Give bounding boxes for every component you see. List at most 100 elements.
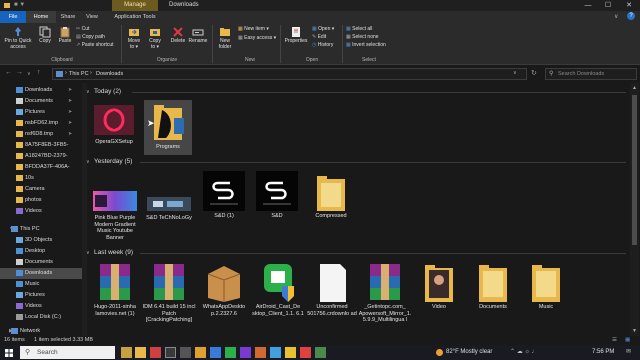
clock[interactable]: 7:56 PM <box>592 345 614 360</box>
copy-button[interactable]: Copy <box>36 26 54 44</box>
sidebar-item-this-pc[interactable]: ▼This PC <box>0 224 82 235</box>
sidebar-item-music[interactable]: Music <box>0 279 82 290</box>
sidebar-item-folder[interactable]: A18247BD-2379- <box>0 151 82 162</box>
back-arrow-icon[interactable]: ← <box>5 69 12 76</box>
select-none-button[interactable]: ▦ Select none <box>346 34 379 40</box>
easy-access-button[interactable]: ▦ Easy access ▾ <box>238 35 276 41</box>
new-item-button[interactable]: ▦ New item ▾ <box>238 26 269 32</box>
taskbar-search[interactable]: ⚲ Search <box>20 346 115 359</box>
pin-to-quick-access-button[interactable]: Pin to Quick access <box>4 26 32 50</box>
file-item[interactable]: OperaGXSetup <box>90 101 138 156</box>
taskbar-app-icon[interactable] <box>240 347 251 358</box>
file-item[interactable]: Music <box>522 262 570 311</box>
open-button[interactable]: ▦ Open ▾ <box>312 26 334 32</box>
sidebar-item-local-disk[interactable]: Local Disk (C:) <box>0 312 82 323</box>
file-item[interactable]: _Getintopc.com_ Apowersoft_Mirror_1. 5.9… <box>359 262 411 324</box>
taskbar-app-icon[interactable] <box>180 347 191 358</box>
collapse-arrow-icon[interactable]: ∨ <box>86 159 90 165</box>
new-folder-button[interactable]: New folder <box>215 26 235 50</box>
taskbar-app-icon[interactable] <box>210 347 221 358</box>
file-item[interactable]: AirDroid_Cast_De sktop_Client_1.1. 6.1 <box>252 262 304 317</box>
windows-start-icon[interactable] <box>5 349 13 357</box>
up-arrow-icon[interactable]: ↑ <box>37 69 41 76</box>
refresh-icon[interactable]: ↻ <box>531 69 537 77</box>
tab-share[interactable]: Share <box>56 11 80 23</box>
tab-home[interactable]: Home <box>26 11 56 23</box>
address-dropdown-icon[interactable]: ∨ <box>513 70 517 76</box>
scroll-thumb[interactable] <box>632 95 637 245</box>
file-explorer-icon[interactable] <box>135 347 146 358</box>
collapse-arrow-icon[interactable]: ∨ <box>86 250 90 256</box>
sidebar-scrollbar[interactable] <box>82 83 87 345</box>
system-tray-icons[interactable]: ⌃ ☁ ☼ ♩ <box>510 345 538 360</box>
sidebar-item-documents[interactable]: Documents <box>0 257 82 268</box>
sidebar-item-downloads-pinned[interactable]: Downloads ➤ <box>0 85 82 96</box>
paste-button[interactable]: Paste <box>56 26 74 44</box>
ribbon-expand-icon[interactable]: ∨ <box>614 13 618 20</box>
sidebar-item-3d-objects[interactable]: 3D Objects <box>0 235 82 246</box>
sidebar-item-desktop[interactable]: Desktop <box>0 246 82 257</box>
close-button[interactable]: ✕ <box>619 0 639 11</box>
sidebar-item-folder[interactable]: nsf6D8.tmp ➤ <box>0 129 82 140</box>
file-item[interactable]: S&D <box>253 171 301 220</box>
taskbar-app-icon[interactable] <box>121 347 132 358</box>
properties-button[interactable]: Properties <box>282 26 310 44</box>
taskbar-app-icon[interactable] <box>225 347 236 358</box>
sidebar-item-folder[interactable]: BFDDA37F-406A- <box>0 162 82 173</box>
move-to-button[interactable]: Move to ▾ <box>125 26 143 50</box>
copy-path-button[interactable]: ▤ Copy path <box>76 34 105 40</box>
file-item[interactable]: Pink Blue Purple Modern Gradient Music Y… <box>91 185 139 241</box>
tab-view[interactable]: View <box>80 11 104 23</box>
edit-button[interactable]: ✎ Edit <box>312 34 326 40</box>
maximize-button[interactable]: ☐ <box>598 0 618 11</box>
sidebar-item-folder[interactable]: Camera <box>0 184 82 195</box>
breadcrumb-this-pc[interactable]: This PC <box>69 71 89 77</box>
details-view-icon[interactable]: ☰ <box>612 336 617 345</box>
sidebar-item-documents-pinned[interactable]: Documents ➤ <box>0 96 82 107</box>
opera-icon[interactable] <box>150 347 161 358</box>
sidebar-item-folder[interactable]: 8A75F8EB-3FB5- <box>0 140 82 151</box>
paste-shortcut-button[interactable]: ↗ Paste shortcut <box>76 42 114 48</box>
rename-button[interactable]: Rename <box>188 26 208 44</box>
taskbar-app-icon[interactable] <box>270 347 281 358</box>
weather-text[interactable]: 82°F Mostly clear <box>446 345 492 360</box>
weather-icon[interactable] <box>436 349 443 356</box>
taskbar-app-icon[interactable] <box>165 347 176 358</box>
forward-arrow-icon[interactable]: → <box>16 69 23 76</box>
taskbar-app-icon[interactable] <box>255 347 266 358</box>
file-item[interactable]: Video <box>415 262 463 311</box>
breadcrumb-downloads[interactable]: Downloads <box>96 71 123 77</box>
sidebar-item-videos-pc[interactable]: Videos <box>0 301 82 312</box>
group-header-yesterday[interactable]: Yesterday (5) <box>94 158 132 165</box>
tab-application-tools[interactable]: Application Tools <box>104 11 166 23</box>
file-item[interactable]: IDM 6.41 build 15 incl Patch [CrackingPa… <box>143 262 195 324</box>
minimize-button[interactable]: — <box>578 0 598 11</box>
taskbar-app-icon[interactable] <box>315 347 326 358</box>
sidebar-item-folder[interactable]: 10s <box>0 173 82 184</box>
scroll-down-icon[interactable]: ▼ <box>632 328 637 334</box>
group-header-last-week[interactable]: Last week (9) <box>94 249 133 256</box>
invert-selection-button[interactable]: ▦ Invert selection <box>346 42 386 48</box>
chrome-icon[interactable] <box>300 347 311 358</box>
address-bar[interactable]: › This PC › Downloads ∨ <box>52 68 527 80</box>
taskbar-app-icon[interactable] <box>195 347 206 358</box>
file-item[interactable]: S&D TeChNoLoGy <box>145 185 193 222</box>
file-item[interactable]: Unconfirmed 501756.crdownlo ad <box>307 262 357 317</box>
sidebar-item-folder[interactable]: nsbFD62.tmp ➤ <box>0 118 82 129</box>
recent-locations-icon[interactable]: ∨ <box>27 71 31 77</box>
file-item[interactable]: WhatsAppDeskto p.2.2327.6 <box>200 262 248 317</box>
delete-button[interactable]: Delete <box>169 26 187 44</box>
sidebar-item-downloads[interactable]: Downloads <box>0 268 82 279</box>
history-button[interactable]: ◷ History <box>312 42 333 48</box>
sidebar-item-network[interactable]: ▶Network <box>0 327 82 336</box>
copy-to-button[interactable]: Copy to ▾ <box>146 26 164 50</box>
large-icons-view-icon[interactable]: ▦ <box>625 336 630 345</box>
file-item[interactable]: Documents <box>469 262 517 311</box>
quick-access-toolbar-icon[interactable]: ■ ▼ <box>14 2 25 8</box>
notifications-icon[interactable]: ✉ <box>626 345 631 360</box>
scroll-up-icon[interactable]: ▲ <box>632 85 637 91</box>
taskbar-app-icon[interactable] <box>285 347 296 358</box>
collapse-arrow-icon[interactable]: ∨ <box>86 89 90 95</box>
help-icon[interactable]: ? <box>627 12 635 20</box>
manage-tab[interactable]: Manage <box>112 0 158 11</box>
